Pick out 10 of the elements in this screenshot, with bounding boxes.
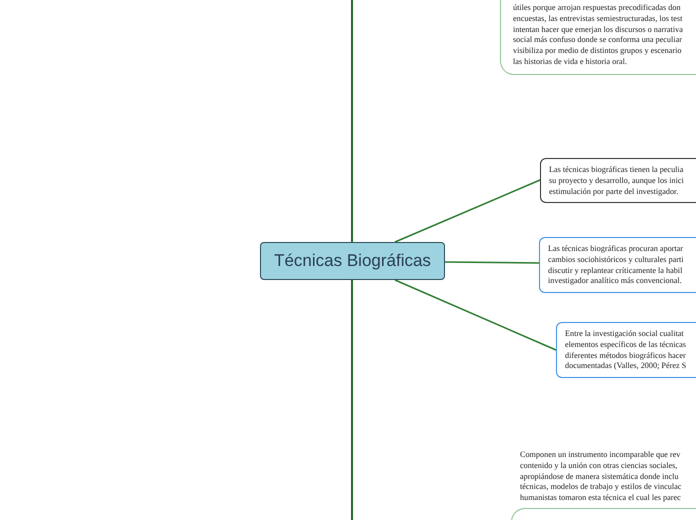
topic-card[interactable]: Entre la investigación social cualitat elementos específicos de las técnicas diferentes métodos biográficos hacer documentadas (Valles, 2000; Pérez S: [556, 322, 696, 378]
central-topic[interactable]: Técnicas Biográficas: [260, 242, 445, 280]
topic-card[interactable]: Las técnicas biográficas tienen la peculia su proyecto y desarrollo, aunque los inici estimulación por parte del investigador.: [540, 158, 696, 204]
topic-text: Las técnicas biográficas procuran aportar cambios sociohistóricos y culturales parti discutir y replantear críticamente la habil investigador analítico más convencional.: [548, 244, 685, 288]
topic-text: útiles porque arrojan respuestas precodificadas don encuestas, las entrevistas semiestructuradas, los test intentan hacer que emerjan los discursos o narrativa social más confuso donde se conforma una peculiar visibiliza por medio de distintos grupos y escenario las historias de vida e historia oral.: [513, 3, 684, 68]
topic-card[interactable]: [500, 0, 696, 75]
topic-text: Entre la investigación social cualitat elementos específicos de las técnicas diferentes métodos biográficos hacer documentadas (Valles, 2000; Pérez S: [565, 329, 688, 372]
topic-text: Componen un instrumento incomparable que rev contenido y la unión con otras ciencias sociales, apropiándose de manera sistemática donde inclu técnicas, modelos de trabajo y estilos de vinculac humanistas tomaron esta técnica el cual les parec: [520, 450, 682, 504]
topic-text: Las técnicas biográficas tienen la peculia su proyecto y desarrollo, aunque los inici estimulación por parte del investigador.: [549, 165, 685, 198]
topic-card[interactable]: Las técnicas biográficas procuran aportar cambios sociohistóricos y culturales parti discutir y replantear críticamente la habil investigador analítico más convencional.: [539, 237, 696, 294]
